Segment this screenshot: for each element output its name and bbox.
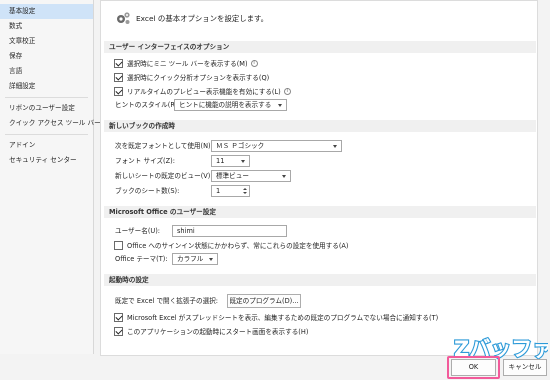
always-use-label: Office へのサインイン状態にかかわらず、常にこれらの設定を使用する(A) bbox=[127, 242, 349, 250]
cancel-button[interactable]: キャンセル bbox=[503, 359, 547, 376]
panel-title: Excel の基本オプションを設定します。 bbox=[136, 13, 269, 23]
sidebar-item-general[interactable]: 基本設定 bbox=[0, 4, 93, 19]
chevron-down-icon bbox=[333, 145, 337, 148]
default-view-label: 新しいシートの既定のビュー(V): bbox=[115, 172, 213, 180]
tooltip-style-value: ヒントに機能の説明を表示する bbox=[179, 101, 272, 109]
section-ui-options: ユーザー インターフェイスのオプション bbox=[104, 41, 536, 53]
option-always-use[interactable]: Office へのサインイン状態にかかわらず、常にこれらの設定を使用する(A) bbox=[114, 240, 349, 250]
mini-toolbar-checkbox[interactable] bbox=[114, 58, 123, 68]
default-font-select[interactable]: ＭＳ Ｐゴシック bbox=[211, 140, 342, 152]
office-theme-label: Office テーマ(T): bbox=[115, 255, 168, 263]
info-icon[interactable]: i bbox=[250, 59, 258, 67]
chevron-down-icon bbox=[241, 160, 245, 163]
sheet-count-label: ブックのシート数(S): bbox=[115, 187, 180, 195]
quick-analysis-label: 選択時にクイック分析オプションを表示する(Q) bbox=[127, 74, 270, 82]
show-start-label: このアプリケーションの起動時にスタート画面を表示する(H) bbox=[127, 328, 309, 336]
sidebar-item-trust-center[interactable]: セキュリティ センター bbox=[0, 153, 93, 168]
font-size-label: フォント サイズ(Z): bbox=[115, 157, 175, 165]
username-label: ユーザー名(U): bbox=[115, 227, 161, 235]
info-icon[interactable]: i bbox=[283, 87, 291, 95]
default-font-value: ＭＳ Ｐゴシック bbox=[216, 142, 265, 150]
show-start-checkbox[interactable] bbox=[114, 326, 123, 336]
chevron-down-icon[interactable] bbox=[243, 192, 247, 194]
option-mini-toolbar[interactable]: 選択時にミニ ツール バーを表示する(M) i bbox=[114, 58, 258, 68]
sidebar-item-proofing[interactable]: 文章校正 bbox=[0, 34, 93, 49]
quick-analysis-checkbox[interactable] bbox=[114, 72, 123, 82]
live-preview-checkbox[interactable] bbox=[114, 86, 123, 96]
sidebar-divider bbox=[5, 97, 88, 98]
font-size-value: 11 bbox=[216, 157, 225, 165]
section-new-workbook: 新しいブックの作成時 bbox=[104, 120, 536, 132]
sidebar-divider bbox=[5, 134, 88, 135]
notify-default-checkbox[interactable] bbox=[114, 312, 123, 322]
option-notify-default[interactable]: Microsoft Excel がスプレッドシートを表示、編集するための既定のプ… bbox=[114, 312, 438, 322]
sidebar-item-advanced[interactable]: 詳細設定 bbox=[0, 79, 93, 94]
options-panel: Excel の基本オプションを設定します。 ユーザー インターフェイスのオプショ… bbox=[100, 0, 538, 356]
option-quick-analysis[interactable]: 選択時にクイック分析オプションを表示する(Q) bbox=[114, 72, 269, 82]
option-show-start-screen[interactable]: このアプリケーションの起動時にスタート画面を表示する(H) bbox=[114, 326, 308, 336]
default-program-label: 既定で Excel で開く拡張子の選択: bbox=[115, 297, 219, 305]
excel-options-dialog: 基本設定 数式 文章校正 保存 言語 詳細設定 リボンのユーザー設定 クイック … bbox=[0, 0, 550, 380]
tooltip-style-label: ヒントのスタイル(R): bbox=[115, 101, 180, 109]
tooltip-style-select[interactable]: ヒントに機能の説明を表示する bbox=[174, 99, 287, 111]
sidebar-item-language[interactable]: 言語 bbox=[0, 64, 93, 79]
sidebar-item-customize-ribbon[interactable]: リボンのユーザー設定 bbox=[0, 101, 93, 116]
sidebar-item-quick-access-toolbar[interactable]: クイック アクセス ツール バー bbox=[0, 116, 101, 131]
default-view-select[interactable]: 標準ビュー bbox=[211, 170, 291, 182]
chevron-down-icon bbox=[209, 258, 213, 261]
office-theme-select[interactable]: カラフル bbox=[172, 253, 218, 265]
live-preview-label: リアルタイムのプレビュー表示機能を有効にする(L) bbox=[127, 88, 281, 96]
section-startup: 起動時の設定 bbox=[104, 274, 536, 286]
sheet-count-stepper[interactable]: 1 bbox=[211, 185, 250, 197]
font-size-select[interactable]: 11 bbox=[211, 155, 250, 167]
sidebar-item-addins[interactable]: アドイン bbox=[0, 138, 93, 153]
default-font-label: 次を既定フォントとして使用(N): bbox=[115, 142, 213, 150]
section-office-personalization: Microsoft Office のユーザー設定 bbox=[104, 206, 536, 218]
options-gear-icon bbox=[117, 12, 130, 24]
ok-button-highlight bbox=[447, 356, 500, 379]
mini-toolbar-label: 選択時にミニ ツール バーを表示する(M) bbox=[127, 60, 248, 68]
username-input[interactable]: shimi bbox=[172, 225, 287, 237]
default-view-value: 標準ビュー bbox=[216, 172, 249, 180]
sheet-count-value: 1 bbox=[216, 187, 221, 195]
sidebar-item-formulas[interactable]: 数式 bbox=[0, 19, 93, 34]
always-use-checkbox[interactable] bbox=[114, 240, 123, 250]
chevron-down-icon bbox=[282, 175, 286, 178]
chevron-down-icon bbox=[278, 104, 282, 107]
chevron-up-icon[interactable] bbox=[243, 188, 247, 190]
sidebar: 基本設定 数式 文章校正 保存 言語 詳細設定 リボンのユーザー設定 クイック … bbox=[0, 0, 101, 354]
panel-header: Excel の基本オプションを設定します。 bbox=[115, 9, 268, 27]
option-live-preview[interactable]: リアルタイムのプレビュー表示機能を有効にする(L) i bbox=[114, 86, 291, 96]
notify-default-label: Microsoft Excel がスプレッドシートを表示、編集するための既定のプ… bbox=[127, 314, 439, 322]
default-programs-button[interactable]: 既定のプログラム(D)... bbox=[227, 294, 301, 308]
office-theme-value: カラフル bbox=[177, 255, 204, 263]
sidebar-item-save[interactable]: 保存 bbox=[0, 49, 93, 64]
